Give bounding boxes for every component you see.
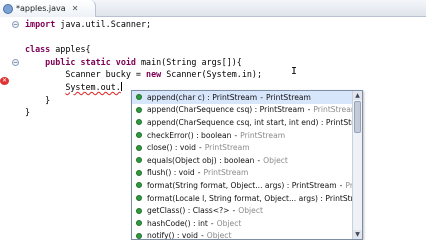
code-text: } [25,107,31,118]
proposal-declaring-class: Object [216,218,242,228]
error-code-text: System.out. [65,81,121,92]
code-line: Scanner bucky = new Scanner(System.in); [25,68,426,81]
code-line: class apples{ [25,43,426,56]
public-method-icon [136,182,142,189]
proposal-item[interactable]: append(CharSequence csq, int start, int … [132,116,352,129]
public-method-icon [136,220,142,227]
overview-ruler: ✕ [0,18,9,240]
tab-apples-java[interactable]: *apples.java ✕ [0,0,96,17]
fold-toggle-icon[interactable]: − [12,59,19,66]
vertical-scrollbar[interactable]: ▲ ▼ [352,91,362,239]
public-method-icon [136,207,142,214]
proposal-item[interactable]: append(char c) : PrintStream - PrintStream [132,91,352,104]
proposal-signature: equals(Object obj) : boolean [147,155,255,165]
proposal-signature: notify() : void [147,231,198,240]
public-method-icon [136,94,142,101]
fold-toggle-icon[interactable]: − [12,21,19,28]
keyword: new [146,69,162,80]
proposal-item[interactable]: append(CharSequence csq) : PrintStream - P… [132,104,352,117]
keyword: static [80,56,111,67]
proposal-declaring-class: PrintStream [203,168,249,178]
proposal-declaring-class: PrintStream [313,105,352,115]
close-icon[interactable]: ✕ [72,4,79,13]
proposal-declaring-class: Object [263,155,288,165]
proposal-signature: close() : void [147,143,196,153]
proposal-signature: format(String format, Object... args) : … [147,180,337,190]
ibeam-cursor-icon: I [291,66,298,77]
proposal-item[interactable]: equals(Object obj) : boolean - Object [132,154,352,167]
code-text: } [45,94,51,105]
scroll-down-icon[interactable]: ▼ [353,230,362,239]
proposal-signature: checkError() : boolean [147,130,232,140]
code-text: Scanner bucky = [65,69,147,80]
code-line: import java.util.Scanner; [25,18,426,31]
proposal-list[interactable]: append(char c) : PrintStream - PrintStream… [132,91,352,240]
proposal-declaring-class: Object [206,231,232,240]
proposal-signature: hashCode() : int [147,218,208,228]
keyword: import [25,19,56,29]
proposal-signature: append(CharSequence csq, int start, int … [147,117,352,127]
code-text: main(String args[]){ [135,56,242,67]
folding-gutter: − − [9,18,23,240]
proposal-signature: append(CharSequence csq) : PrintStream [147,105,305,115]
proposal-declaring-class: PrintStream [204,143,250,153]
proposal-item[interactable]: format(String format, Object... args) : … [132,179,352,192]
code-text: apples{ [50,44,91,55]
public-method-icon [136,169,142,176]
proposal-item[interactable]: notify() : void - Object [132,230,352,240]
proposal-item[interactable]: format(Locale l, String format, Object..… [132,192,352,205]
keyword: public [45,56,76,67]
keyword: void [115,56,136,67]
proposal-declaring-class: Object [238,206,263,216]
proposal-item[interactable]: checkError() : boolean - PrintStream [132,129,352,142]
code-text: Scanner(System.in); [161,69,263,80]
public-method-icon [136,144,142,151]
tab-title: *apples.java [16,4,66,13]
error-icon[interactable]: ✕ [0,77,9,85]
proposal-signature: format(Locale l, String format, Object..… [147,193,352,203]
proposal-declaring-class: PrintStream [345,180,352,190]
scroll-thumb[interactable] [354,101,361,133]
public-method-icon [136,232,142,239]
text-caret [120,81,122,91]
public-method-icon [136,132,142,139]
java-file-icon [3,3,13,14]
content-assist-popup[interactable]: append(char c) : PrintStream - PrintStream… [131,90,363,240]
keyword: class [25,44,51,55]
public-method-icon [136,157,142,164]
proposal-signature: getClass() : Class<?> [147,206,230,216]
proposal-item[interactable]: getClass() : Class<?> - Object [132,204,352,217]
proposal-signature: append(char c) : PrintStream [147,92,258,102]
code-line: public static void main(String args[]){ [25,56,426,69]
proposal-declaring-class: PrintStream [265,92,311,102]
public-method-icon [136,106,142,113]
editor-tab-bar: *apples.java ✕ [0,0,426,17]
proposal-declaring-class: PrintStream [240,130,286,140]
public-method-icon [136,195,142,202]
proposal-item[interactable]: hashCode() : int - Object [132,217,352,230]
proposal-signature: flush() : void [147,168,195,178]
scroll-up-icon[interactable]: ▲ [353,91,362,100]
proposal-item[interactable]: close() : void - PrintStream [132,141,352,154]
proposal-item[interactable]: flush() : void - PrintStream [132,167,352,180]
public-method-icon [136,119,142,126]
code-text: java.util.Scanner; [55,19,152,29]
